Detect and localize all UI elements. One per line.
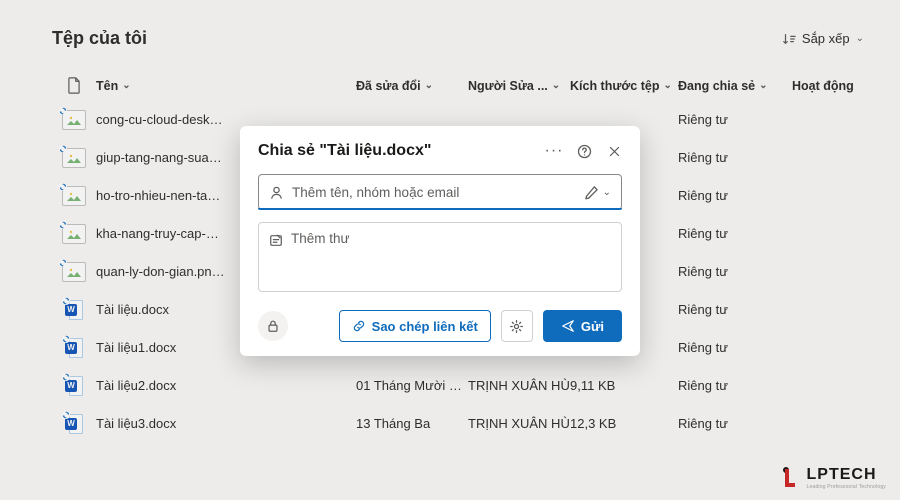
sync-badge-icon bbox=[59, 107, 67, 115]
message-field[interactable] bbox=[258, 222, 622, 292]
sync-badge-icon bbox=[62, 335, 70, 343]
chevron-down-icon: ⌄ bbox=[425, 80, 433, 91]
chevron-down-icon: ⌄ bbox=[759, 80, 767, 91]
file-sharing: Riêng tư bbox=[678, 416, 792, 431]
copy-link-label: Sao chép liên kết bbox=[372, 319, 478, 334]
col-modified-by[interactable]: Người Sửa ...⌄ bbox=[468, 79, 570, 93]
table-row[interactable]: WTài liệu3.docx13 Tháng BaTRỊNH XUÂN HÙN… bbox=[52, 404, 864, 442]
sync-badge-icon bbox=[59, 259, 67, 267]
table-row[interactable]: WTài liệu2.docx01 Tháng Mười …TRỊNH XUÂN… bbox=[52, 366, 864, 404]
file-modified: 01 Tháng Mười … bbox=[356, 378, 468, 393]
more-options-button[interactable]: ··· bbox=[546, 143, 562, 159]
help-button[interactable] bbox=[576, 143, 592, 159]
link-icon bbox=[352, 319, 366, 333]
sync-badge-icon bbox=[59, 183, 67, 191]
send-label: Gửi bbox=[581, 319, 604, 334]
chevron-down-icon: ⌄ bbox=[663, 80, 671, 91]
file-sharing: Riêng tư bbox=[678, 112, 792, 127]
pencil-icon bbox=[584, 185, 599, 200]
file-size: 9,11 KB bbox=[570, 378, 678, 393]
brand-watermark: LPTECH Leading Professional Technology bbox=[781, 466, 887, 490]
chevron-down-icon: ⌄ bbox=[856, 33, 864, 44]
file-name[interactable]: Tài liệu3.docx bbox=[96, 416, 356, 431]
gear-icon bbox=[509, 319, 524, 334]
file-sharing: Riêng tư bbox=[678, 340, 792, 355]
sort-button[interactable]: Sắp xếp ⌄ bbox=[782, 31, 864, 46]
permission-selector[interactable]: ⌄ bbox=[584, 185, 611, 200]
sync-badge-icon bbox=[62, 411, 70, 419]
file-name[interactable]: cong-cu-cloud-desk… bbox=[96, 112, 356, 127]
col-activity: Hoạt động bbox=[792, 79, 864, 93]
file-header-icon bbox=[67, 77, 81, 94]
col-name[interactable]: Tên⌄ bbox=[96, 79, 356, 93]
file-sharing: Riêng tư bbox=[678, 188, 792, 203]
file-name[interactable]: Tài liệu2.docx bbox=[96, 378, 356, 393]
close-button[interactable] bbox=[606, 143, 622, 159]
chevron-down-icon: ⌄ bbox=[122, 80, 130, 91]
col-sharing[interactable]: Đang chia sẻ⌄ bbox=[678, 79, 792, 93]
col-size[interactable]: Kích thước tệp⌄ bbox=[570, 79, 678, 93]
file-modified-by: TRỊNH XUÂN HÙNG bbox=[468, 416, 570, 431]
file-modified-by: TRỊNH XUÂN HÙNG bbox=[468, 378, 570, 393]
lock-icon bbox=[266, 319, 280, 333]
sync-badge-icon bbox=[62, 373, 70, 381]
share-dialog: Chia sẻ "Tài liệu.docx" ··· ⌄ S bbox=[240, 126, 640, 356]
sync-badge-icon bbox=[59, 221, 67, 229]
file-size: 12,3 KB bbox=[570, 416, 678, 431]
send-icon bbox=[561, 319, 575, 333]
recipient-field[interactable]: ⌄ bbox=[258, 174, 622, 210]
file-sharing: Riêng tư bbox=[678, 150, 792, 165]
sort-icon bbox=[782, 32, 796, 46]
sync-badge-icon bbox=[59, 145, 67, 153]
col-modified[interactable]: Đã sửa đổi⌄ bbox=[356, 79, 468, 93]
sync-badge-icon bbox=[62, 297, 70, 305]
share-settings-button[interactable] bbox=[501, 310, 533, 342]
brand-name: LPTECH bbox=[807, 466, 887, 484]
chevron-down-icon: ⌄ bbox=[552, 80, 560, 91]
chevron-down-icon: ⌄ bbox=[603, 187, 611, 198]
link-settings-button[interactable] bbox=[258, 311, 288, 341]
sort-label: Sắp xếp bbox=[802, 31, 850, 46]
brand-tagline: Leading Professional Technology bbox=[807, 484, 887, 490]
table-header: Tên⌄ Đã sửa đổi⌄ Người Sửa ...⌄ Kích thư… bbox=[52, 71, 864, 100]
recipient-input[interactable] bbox=[292, 185, 576, 200]
page-title: Tệp của tôi bbox=[52, 28, 147, 49]
file-sharing: Riêng tư bbox=[678, 378, 792, 393]
file-modified: 13 Tháng Ba bbox=[356, 416, 468, 431]
file-sharing: Riêng tư bbox=[678, 302, 792, 317]
file-sharing: Riêng tư bbox=[678, 226, 792, 241]
note-icon bbox=[269, 233, 283, 248]
brand-logo bbox=[781, 467, 801, 489]
send-button[interactable]: Gửi bbox=[543, 310, 622, 342]
file-sharing: Riêng tư bbox=[678, 264, 792, 279]
message-input[interactable] bbox=[291, 231, 611, 261]
person-icon bbox=[269, 185, 284, 200]
copy-link-button[interactable]: Sao chép liên kết bbox=[339, 310, 491, 342]
dialog-title: Chia sẻ "Tài liệu.docx" bbox=[258, 142, 431, 160]
